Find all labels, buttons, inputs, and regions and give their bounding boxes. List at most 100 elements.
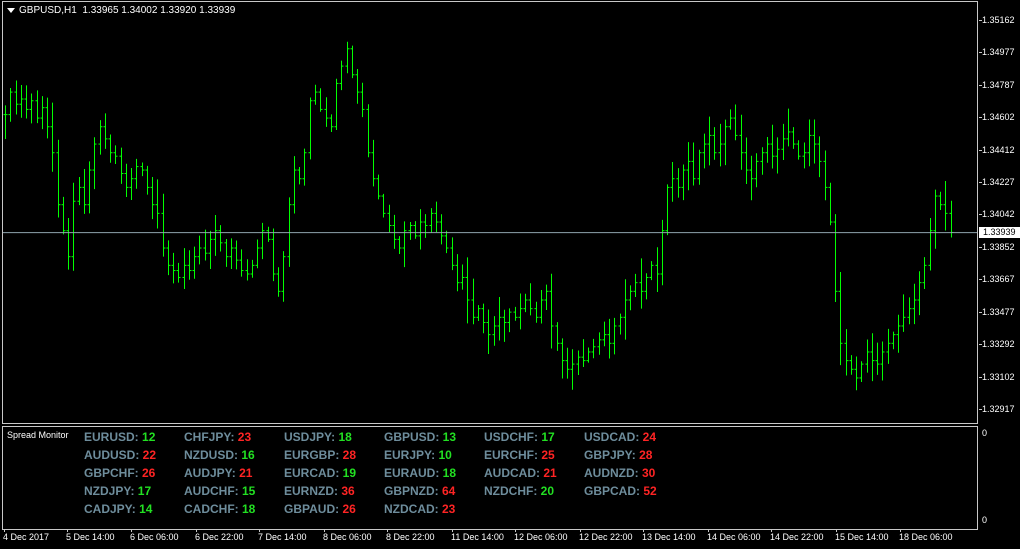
- ohlc-bar: [707, 116, 712, 166]
- ohlc-bar: [8, 87, 13, 122]
- price-axis-label: 1.34042: [982, 208, 1015, 219]
- ohlc-bar: [697, 149, 702, 185]
- ohlc-bar: [381, 193, 386, 218]
- spread-value: 17: [541, 430, 555, 444]
- ohlc-bar: [161, 193, 166, 257]
- ohlc-bar: [192, 246, 197, 279]
- ohlc-bar: [875, 342, 880, 375]
- sub-axis-top-label: 0: [982, 428, 988, 438]
- ohlc-bar: [324, 97, 329, 127]
- ohlc-bar: [849, 355, 854, 375]
- ohlc-bar: [345, 41, 350, 74]
- ohlc-bar: [245, 259, 250, 281]
- ohlc-bar: [544, 284, 549, 310]
- ohlc-bar: [455, 254, 460, 292]
- ohlc-bar: [786, 108, 791, 147]
- ohlc-bar: [655, 247, 660, 292]
- ohlc-bar: [61, 196, 66, 235]
- ohlc-bar: [460, 264, 465, 290]
- ohlc-bar: [702, 133, 707, 169]
- ohlc-bar: [14, 80, 19, 115]
- spread-item: EURUSD: 12: [84, 430, 155, 444]
- ohlc-bar: [775, 137, 780, 174]
- spread-pair-label: GBPNZD:: [384, 484, 442, 498]
- ohlc-bar: [471, 278, 476, 325]
- spread-value: 26: [342, 502, 356, 516]
- spread-value: 16: [241, 448, 255, 462]
- ohlc-bar: [134, 158, 139, 189]
- price-axis[interactable]: 1.35162 1.34977 1.34787 1.34602 1.34412 1.342…: [979, 1, 1020, 424]
- dropdown-triangle-icon[interactable]: [7, 7, 15, 13]
- ohlc-bar: [665, 184, 670, 236]
- spread-item: GBPAUD: 26: [284, 502, 356, 516]
- ohlc-bar: [429, 208, 434, 233]
- ohlc-bar: [591, 338, 596, 359]
- spread-value: 21: [239, 466, 253, 480]
- price-axis-label: 1.34787: [982, 79, 1015, 90]
- ohlc-bar: [823, 150, 828, 201]
- spread-item: CADJPY: 14: [84, 502, 152, 516]
- ohlc-bar: [928, 218, 933, 271]
- spread-pair-label: GBPCHF:: [84, 466, 142, 480]
- spread-pair-label: AUDCHF:: [184, 484, 242, 498]
- time-axis[interactable]: 4 Dec 2017 5 Dec 14:00 6 Dec 06:00 6 Dec 22…: [2, 529, 978, 549]
- ohlc-bar: [891, 331, 896, 350]
- ohlc-bar: [329, 114, 334, 133]
- price-axis-label: 1.34227: [982, 176, 1015, 187]
- ohlc-bar: [218, 225, 223, 252]
- ohlc-bar: [24, 85, 29, 119]
- ohlc-bar: [802, 142, 807, 169]
- spread-value: 12: [142, 430, 156, 444]
- price-axis-label: 1.33292: [982, 338, 1015, 349]
- ohlc-bar: [397, 236, 402, 254]
- ohlc-bar: [371, 139, 376, 187]
- ohlc-bar: [439, 214, 444, 245]
- ohlc-bar: [628, 285, 633, 311]
- spread-pair-label: AUDUSD:: [84, 448, 143, 462]
- ohlc-bar: [29, 93, 34, 124]
- ohlc-bar: [387, 204, 392, 233]
- spread-item: USDCAD: 24: [584, 430, 656, 444]
- ohlc-bar: [728, 109, 733, 130]
- spread-pair-label: GBPAUD:: [284, 502, 343, 516]
- ohlc-bar: [82, 169, 87, 214]
- spread-item: CHFJPY: 23: [184, 430, 251, 444]
- ohlc-bar: [565, 347, 570, 379]
- ohlc-bar: [760, 147, 765, 175]
- ohlc-bar: [744, 137, 749, 184]
- ohlc-bar: [670, 161, 675, 202]
- price-axis-label: 1.33852: [982, 241, 1015, 252]
- spread-monitor-title: Spread Monitor: [7, 430, 69, 440]
- ohlc-bar: [297, 167, 302, 185]
- ohlc-bar: [281, 251, 286, 302]
- spread-pair-label: EURAUD:: [384, 466, 443, 480]
- time-axis-label: 12 Dec 06:00: [514, 532, 568, 542]
- spread-monitor-window[interactable]: Spread Monitor EURUSD: 12 AUDUSD: 22 GBPCH…: [2, 426, 978, 530]
- time-axis-label: 11 Dec 14:00: [451, 532, 504, 542]
- spread-item: NZDCHF: 20: [484, 484, 554, 498]
- ohlc-bar: [56, 139, 61, 218]
- ohlc-bar: [534, 301, 539, 323]
- ohlc-bar: [791, 127, 796, 149]
- spread-pair-label: EURCAD:: [284, 466, 343, 480]
- ohlc-bar: [145, 165, 150, 195]
- price-axis-label: 1.33477: [982, 306, 1015, 317]
- ohlc-bar: [602, 321, 607, 347]
- ohlc-bar: [450, 237, 455, 271]
- ohlc-bar: [844, 329, 849, 376]
- ohlc-bar: [166, 240, 171, 276]
- time-axis-label: 7 Dec 14:00: [258, 532, 307, 542]
- ohlc-bar: [308, 97, 313, 160]
- ohlc-bar: [817, 136, 822, 178]
- spread-pair-label: AUDNZD:: [584, 466, 642, 480]
- spread-value: 19: [342, 466, 357, 480]
- ohlc-bar: [255, 239, 260, 269]
- ohlc-bar: [718, 123, 723, 167]
- ohlc-bar: [444, 230, 449, 254]
- ohlc-bar: [129, 168, 134, 201]
- price-axis-label: 1.34977: [982, 46, 1015, 57]
- ohlc-bar: [518, 293, 523, 330]
- ohlc-bar: [807, 119, 812, 167]
- ohlc-bar: [812, 119, 817, 164]
- price-chart[interactable]: GBPUSD,H1 1.33965 1.34002 1.33920 1.3393…: [2, 1, 978, 424]
